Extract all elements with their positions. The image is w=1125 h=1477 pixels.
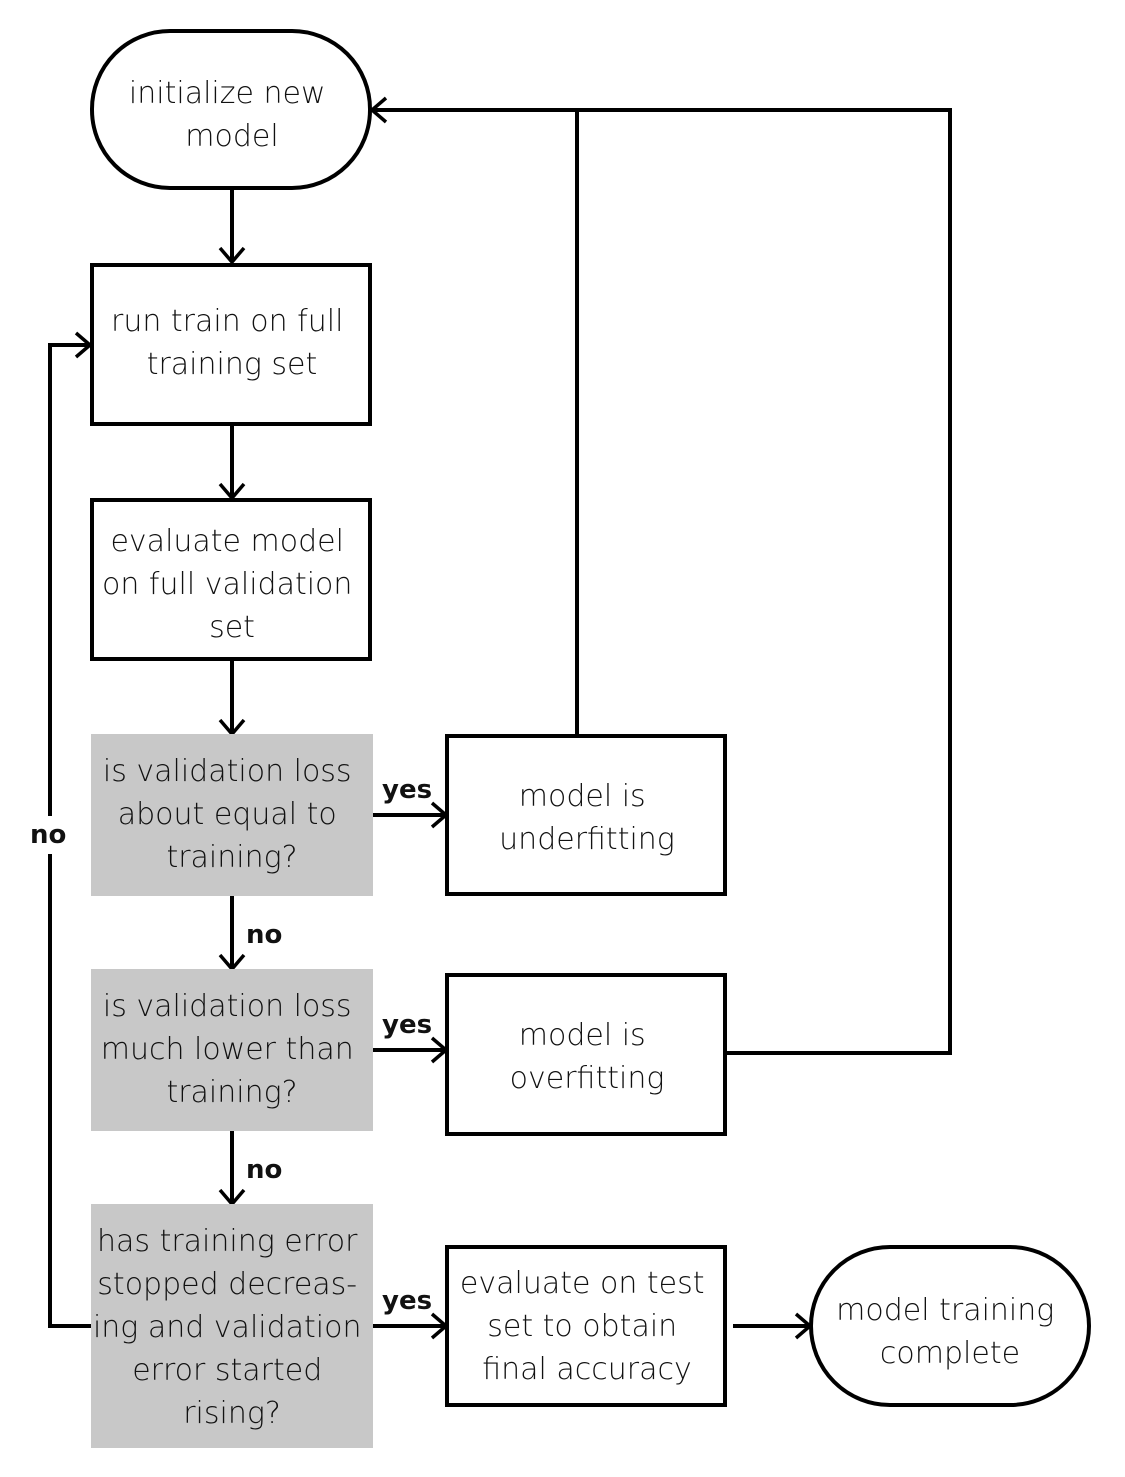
edge-label-no: no: [246, 1155, 282, 1185]
edge-overfitting-to-start: [369, 96, 952, 1055]
node-text-line: training set: [147, 347, 318, 382]
process-shape: [445, 973, 727, 1136]
node-text-line: overfitting: [510, 1061, 665, 1096]
process-shape: [445, 734, 727, 896]
edge-q-lower-to-overfitting: [372, 1036, 449, 1064]
node-model-training-complete: model training complete: [809, 1245, 1091, 1407]
node-text-line: ing and validation: [93, 1310, 362, 1345]
node-text-line: is validation loss: [103, 989, 352, 1024]
node-text-line: has training error: [97, 1224, 358, 1259]
edge-q-stopped-to-test: [372, 1312, 449, 1340]
node-evaluate-on-test: evaluate on test set to obtain final acc…: [445, 1245, 727, 1407]
edge-q-lower-to-q-stopped: [218, 1130, 246, 1207]
node-model-underfitting: model is underfitting: [445, 734, 727, 896]
node-text-line: training?: [166, 1075, 297, 1110]
node-text-line: final accuracy: [482, 1352, 692, 1387]
edge-q-equal-to-underfitting: [372, 801, 449, 829]
edge-label-yes: yes: [382, 1010, 432, 1040]
edge-q-equal-to-q-lower: [218, 895, 246, 972]
edge-train-to-evaluate: [218, 424, 246, 501]
edge-label-no: no: [30, 820, 66, 850]
node-text-line: set to obtain: [487, 1309, 677, 1344]
edge-label-no: no: [246, 920, 282, 950]
node-text-line: is validation loss: [103, 754, 352, 789]
svg-text:evaluate on test set to: evaluate on test set to obtain final acc…: [460, 1266, 714, 1387]
node-decision-much-lower: is validation loss much lower than train…: [91, 969, 373, 1131]
process-shape: [90, 263, 372, 426]
edge-underfitting-to-start: [372, 108, 579, 735]
node-text-line: much lower than: [101, 1032, 354, 1067]
node-model-overfitting: model is overfitting: [445, 973, 727, 1136]
node-decision-stopped-decreasing: has training error stopped decreas- ing …: [91, 1204, 373, 1448]
node-text-line: error started: [132, 1353, 322, 1388]
node-text-line: set: [209, 610, 255, 645]
flowchart: yes no yes no yes no initialize new mode…: [30, 29, 1091, 1448]
node-text-line: model training: [836, 1293, 1054, 1328]
edge-label-yes: yes: [382, 1286, 432, 1316]
node-text-line: complete: [880, 1336, 1020, 1371]
node-run-train: run train on full training set: [90, 263, 372, 426]
node-text-line: rising?: [183, 1396, 281, 1431]
node-text-line: about equal to: [118, 797, 337, 832]
node-text-line: evaluate on test: [460, 1266, 705, 1301]
node-evaluate-model: evaluate model on full validation set: [90, 498, 372, 661]
edge-label-yes: yes: [382, 775, 432, 805]
edge-evaluate-to-q-equal: [218, 659, 246, 737]
node-text-line: model: [185, 119, 278, 154]
node-text-line: on full validation: [102, 567, 352, 602]
node-text-line: evaluate model: [110, 524, 344, 559]
node-text-line: underfitting: [499, 822, 675, 857]
node-text-line: model is: [519, 779, 646, 814]
node-text-line: training?: [166, 840, 297, 875]
node-initialize-new-model: initialize new model: [90, 29, 372, 190]
node-text-line: run train on full: [111, 304, 343, 339]
node-text-line: stopped decreas-: [97, 1267, 357, 1302]
edge-test-to-end: [733, 1312, 813, 1340]
node-text-line: initialize new: [129, 76, 326, 111]
node-decision-about-equal: is validation loss about equal to traini…: [91, 734, 373, 896]
edge-start-to-train: [218, 188, 246, 265]
node-text-line: model is: [519, 1018, 646, 1053]
